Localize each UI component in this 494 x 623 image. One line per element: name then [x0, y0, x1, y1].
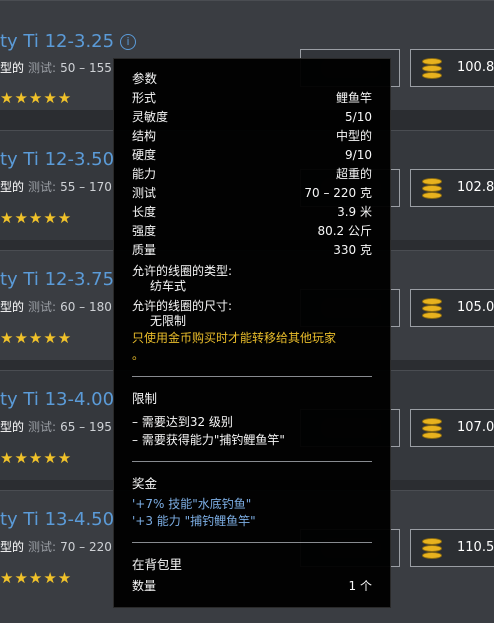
coins-icon [421, 538, 443, 560]
divider [132, 376, 372, 377]
limit-level: – 需要达到32 级别 [132, 415, 233, 429]
params-title: 参数 [132, 71, 158, 86]
params-list: 形式 鲤鱼竿 灵敏度 5/10 结构 中型的 硬度 9/10 能力 超重的 测试 70 – … [132, 89, 372, 260]
param-row: 强度 80.2 公斤 [132, 224, 372, 238]
price-value: 105.01 [457, 300, 494, 315]
divider [132, 461, 372, 462]
divider [132, 542, 372, 543]
param-row: 能力 超重的 [132, 167, 372, 181]
item-title[interactable]: ty Ti 12-3.25 i [0, 31, 137, 52]
reel-size-label: 允许的线圈的尺寸: [132, 299, 233, 313]
reel-size-value: 无限制 [150, 314, 187, 328]
bonus-1: '+7% 技能"水底钓鱼" [132, 497, 252, 511]
item-title[interactable]: ty Ti 12-3.75 [0, 269, 114, 290]
info-icon[interactable]: i [120, 34, 137, 50]
coins-icon [421, 298, 443, 320]
buy-button[interactable]: 107.04 [410, 409, 494, 447]
item-subtitle: 型的 测试: 55 – 170 [0, 180, 112, 194]
bonus-2: '+3 能力 "捕钓鲤鱼竿" [132, 514, 256, 528]
rating-stars: ★★★★★ [0, 329, 73, 347]
buy-button[interactable]: 102.88 [410, 169, 494, 207]
item-subtitle: 型的 测试: 50 – 155 [0, 61, 112, 75]
price-value: 102.88 [457, 180, 494, 195]
reel-type-value: 纺车式 [150, 279, 187, 293]
bonus-title: 奖金 [132, 476, 158, 491]
item-subtitle: 型的 测试: 60 – 180 [0, 300, 112, 314]
coins-icon [421, 418, 443, 440]
price-value: 107.04 [457, 420, 494, 435]
limits-title: 限制 [132, 391, 158, 406]
transfer-note: 只使用金币购买时才能转移给其他玩家。 [132, 331, 337, 362]
bag-title: 在背包里 [132, 557, 183, 572]
param-row: 质量 330 克 [132, 243, 372, 257]
param-row: 形式 鲤鱼竿 [132, 91, 372, 105]
rating-stars: ★★★★★ [0, 89, 73, 107]
coins-icon [421, 58, 443, 80]
item-title[interactable]: ty Ti 12-3.50 [0, 149, 114, 170]
param-row: 硬度 9/10 [132, 148, 372, 162]
param-row: 灵敏度 5/10 [132, 110, 372, 124]
param-row: 结构 中型的 [132, 129, 372, 143]
item-subtitle: 型的 测试: 70 – 220 [0, 540, 112, 554]
rating-stars: ★★★★★ [0, 449, 73, 467]
price-value: 100.88 [457, 60, 494, 75]
rating-stars: ★★★★★ [0, 209, 73, 227]
limit-skill: – 需要获得能力"捕钓鲤鱼竿" [132, 433, 285, 447]
buy-button[interactable]: 105.01 [410, 289, 494, 327]
param-row: 长度 3.9 米 [132, 205, 372, 219]
item-subtitle: 型的 测试: 65 – 195 [0, 420, 112, 434]
param-row: 测试 70 – 220 克 [132, 186, 372, 200]
buy-button[interactable]: 100.88 [410, 49, 494, 87]
item-title[interactable]: ty Ti 13-4.50 [0, 509, 114, 530]
reel-type-label: 允许的线圈的类型: [132, 264, 233, 278]
coins-icon [421, 178, 443, 200]
quantity-row: 数量 1 个 [132, 579, 372, 593]
item-title[interactable]: ty Ti 13-4.00 [0, 389, 114, 410]
shop-page: ty Ti 12-3.25 i 型的 测试: 50 – 155 ★★★★★ 100.8… [0, 0, 494, 623]
buy-button[interactable]: 110.52 [410, 529, 494, 567]
price-value: 110.52 [457, 540, 494, 555]
item-tooltip: 参数 形式 鲤鱼竿 灵敏度 5/10 结构 中型的 硬度 9/10 能力 超重的 测试 70… [113, 58, 391, 608]
rating-stars: ★★★★★ [0, 569, 73, 587]
